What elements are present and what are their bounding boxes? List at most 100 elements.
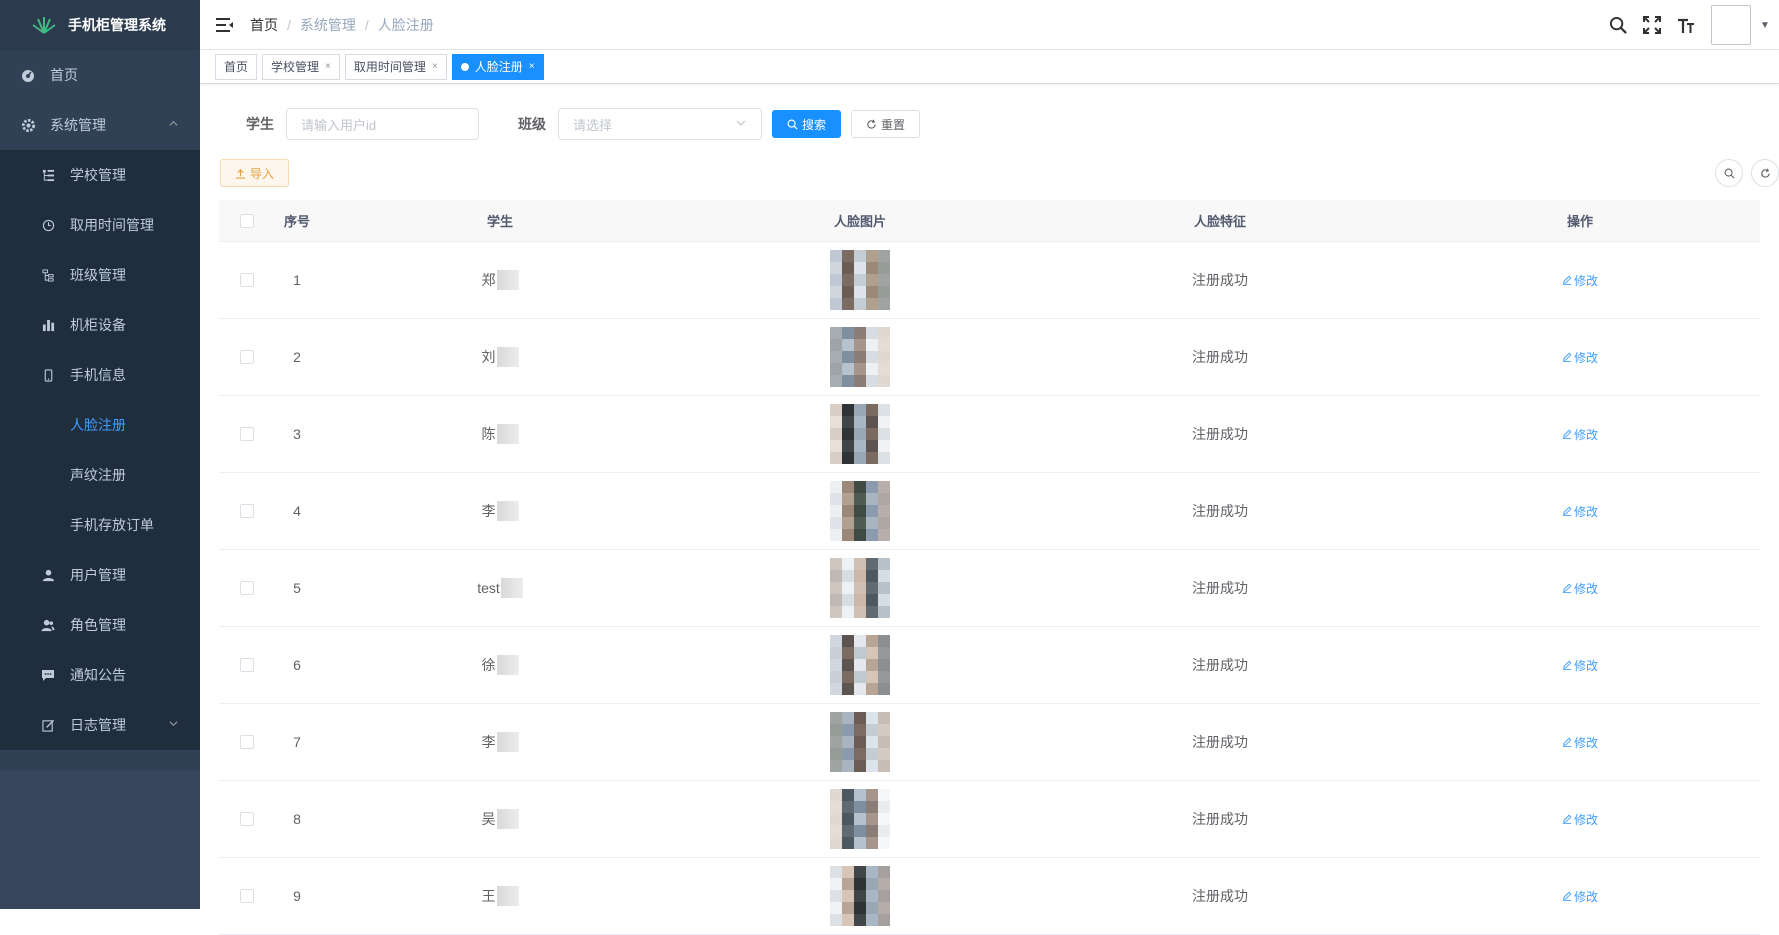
sidebar-item-home[interactable]: 首页 xyxy=(0,50,200,100)
face-thumbnail[interactable] xyxy=(830,558,890,618)
close-icon[interactable]: × xyxy=(529,55,535,79)
search-icon xyxy=(1724,168,1734,178)
edit-button[interactable]: 修改 xyxy=(1562,811,1598,828)
refresh-button[interactable] xyxy=(1751,159,1779,187)
redacted-name-block xyxy=(496,886,519,906)
close-icon[interactable]: × xyxy=(325,55,331,79)
row-checkbox[interactable] xyxy=(239,273,254,287)
row-select-cell xyxy=(219,812,274,826)
table-row: 1 郑 注册成功 修改 xyxy=(219,242,1760,319)
table-row: 3 陈 注册成功 修改 xyxy=(219,396,1760,473)
sidebar-item-phone-orders[interactable]: 手机存放订单 xyxy=(0,500,200,550)
redacted-name-block xyxy=(496,732,519,752)
face-thumbnail[interactable] xyxy=(830,866,890,926)
font-size-icon[interactable] xyxy=(1669,0,1703,50)
tag-home[interactable]: 首页 xyxy=(215,53,258,80)
sidebar-item-system[interactable]: 系统管理 xyxy=(0,100,200,150)
row-checkbox[interactable] xyxy=(239,658,254,672)
table-row: 4 李 注册成功 修改 xyxy=(219,473,1760,550)
row-select-cell xyxy=(219,735,274,749)
phone-icon xyxy=(40,367,56,383)
chevron-up-icon xyxy=(168,118,180,130)
edit-icon xyxy=(1562,737,1572,747)
edit-button[interactable]: 修改 xyxy=(1562,580,1598,597)
right-menu: ▼ xyxy=(1601,0,1779,50)
edit-button[interactable]: 修改 xyxy=(1562,272,1598,289)
face-thumbnail[interactable] xyxy=(830,789,890,849)
class-select[interactable]: 请选择 xyxy=(558,108,762,140)
face-thumbnail[interactable] xyxy=(830,250,890,310)
sidebar-item-users[interactable]: 用户管理 xyxy=(0,550,200,600)
sidebar-item-logs[interactable]: 日志管理 xyxy=(0,700,200,750)
import-button-label: 导入 xyxy=(250,166,275,181)
table-header: 序号 学生 人脸图片 人脸特征 操作 xyxy=(219,200,1760,242)
face-thumbnail[interactable] xyxy=(830,327,890,387)
action-cell: 修改 xyxy=(1400,426,1760,443)
face-thumbnail[interactable] xyxy=(830,635,890,695)
face-image-cell xyxy=(680,250,1040,310)
clock-icon xyxy=(40,217,56,233)
redacted-name-block xyxy=(496,347,519,367)
close-icon[interactable]: × xyxy=(432,55,438,79)
sidebar-item-phone[interactable]: 手机信息 xyxy=(0,350,200,400)
sidebar-item-face-register[interactable]: 人脸注册 xyxy=(0,400,200,450)
edit-button[interactable]: 修改 xyxy=(1562,426,1598,443)
student-cell: 郑 xyxy=(320,270,680,290)
edit-icon xyxy=(1562,891,1572,901)
select-all-cell xyxy=(219,213,274,228)
sidebar-item-voice-register[interactable]: 声纹注册 xyxy=(0,450,200,500)
student-search-input[interactable]: 请输入用户id xyxy=(286,108,479,140)
face-thumbnail[interactable] xyxy=(830,481,890,541)
hamburger-icon[interactable] xyxy=(200,0,250,50)
face-image-cell xyxy=(680,712,1040,772)
breadcrumb-item[interactable]: 首页 xyxy=(250,15,278,35)
tag-time[interactable]: 取用时间管理 × xyxy=(344,53,447,80)
edit-button[interactable]: 修改 xyxy=(1562,888,1598,905)
sidebar-item-cabinet[interactable]: 机柜设备 xyxy=(0,300,200,350)
edit-label: 修改 xyxy=(1573,427,1598,442)
edit-label: 修改 xyxy=(1573,504,1598,519)
active-dot-icon xyxy=(460,62,469,71)
sidebar-item-roles[interactable]: 角色管理 xyxy=(0,600,200,650)
sidebar-item-time[interactable]: 取用时间管理 xyxy=(0,200,200,250)
row-checkbox[interactable] xyxy=(239,812,254,826)
edit-button[interactable]: 修改 xyxy=(1562,657,1598,674)
student-name: 吴 xyxy=(481,811,496,827)
edit-icon xyxy=(1562,660,1572,670)
user-icon xyxy=(40,567,56,583)
reset-button[interactable]: 重置 xyxy=(851,110,921,138)
sidebar-item-notices[interactable]: 通知公告 xyxy=(0,650,200,700)
face-thumbnail[interactable] xyxy=(830,712,890,772)
avatar[interactable] xyxy=(1711,5,1751,45)
select-all-checkbox[interactable] xyxy=(239,213,254,228)
app-logo[interactable]: 手机柜管理系统 xyxy=(0,0,200,50)
row-checkbox[interactable] xyxy=(239,504,254,518)
row-checkbox[interactable] xyxy=(239,889,254,903)
tag-face-register[interactable]: 人脸注册 × xyxy=(451,53,544,80)
sidebar-item-class[interactable]: 班级管理 xyxy=(0,250,200,300)
edit-button[interactable]: 修改 xyxy=(1562,734,1598,751)
search-button[interactable]: 搜索 xyxy=(772,110,842,138)
search-icon[interactable] xyxy=(1601,0,1635,50)
bar-chart-icon xyxy=(40,317,56,333)
toggle-search-button[interactable] xyxy=(1715,159,1743,187)
caret-down-icon[interactable]: ▼ xyxy=(1751,0,1779,50)
edit-button[interactable]: 修改 xyxy=(1562,349,1598,366)
fullscreen-icon[interactable] xyxy=(1635,0,1669,50)
row-checkbox[interactable] xyxy=(239,350,254,364)
face-thumbnail[interactable] xyxy=(830,404,890,464)
sidebar-item-school[interactable]: 学校管理 xyxy=(0,150,200,200)
row-checkbox[interactable] xyxy=(239,427,254,441)
face-image-cell xyxy=(680,558,1040,618)
sidebar-item-label: 首页 xyxy=(50,67,78,83)
student-cell: 李 xyxy=(320,501,680,521)
import-button[interactable]: 导入 xyxy=(220,159,290,187)
row-checkbox[interactable] xyxy=(239,735,254,749)
student-cell: test xyxy=(320,578,680,598)
log-icon xyxy=(40,717,56,733)
edit-button[interactable]: 修改 xyxy=(1562,503,1598,520)
tag-school[interactable]: 学校管理 × xyxy=(262,53,340,80)
row-checkbox[interactable] xyxy=(239,581,254,595)
breadcrumb: 首页 / 系统管理 / 人脸注册 xyxy=(250,15,434,35)
feature-status-cell: 注册成功 xyxy=(1192,888,1248,904)
